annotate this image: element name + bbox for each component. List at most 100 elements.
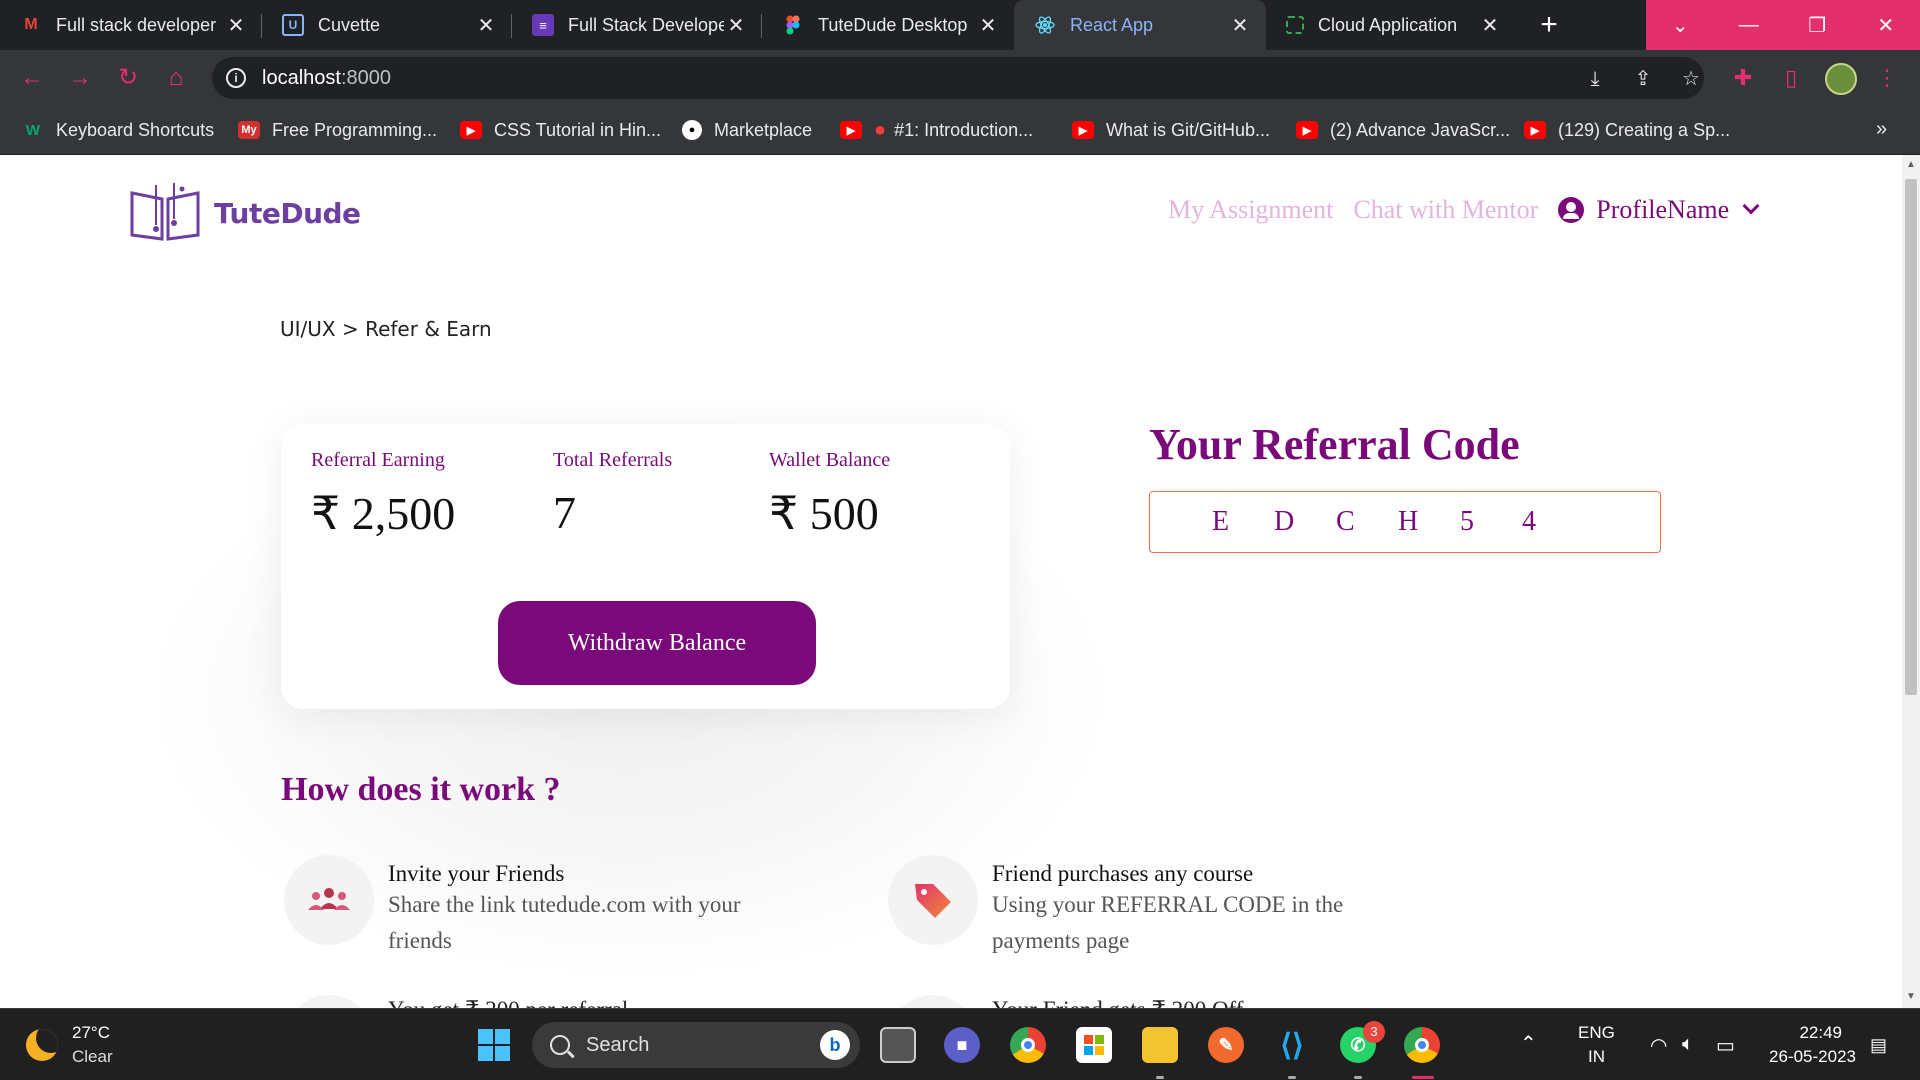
clock-time[interactable]: 22:49: [1762, 1023, 1842, 1043]
windows-start-icon[interactable]: [476, 1027, 512, 1063]
forward-button[interactable]: →: [64, 62, 96, 94]
teams-meet-icon[interactable]: ■: [944, 1027, 980, 1063]
youtube-icon: ▶: [1072, 121, 1094, 139]
bookmarks-overflow-button[interactable]: »: [1876, 118, 1887, 141]
scroll-up-icon[interactable]: ▲: [1905, 159, 1917, 171]
youtube-icon: ▶: [840, 121, 862, 139]
page-scrollbar[interactable]: ▲ ▼: [1902, 155, 1920, 1008]
wifi-icon[interactable]: ◠: [1650, 1033, 1667, 1058]
bookmark-item[interactable]: ▶ What is Git/GitHub...: [1072, 118, 1270, 142]
bookmark-star-icon[interactable]: ☆: [1678, 66, 1704, 92]
bookmark-item[interactable]: ▶ (2) Advance JavaScr...: [1296, 118, 1510, 142]
referral-code-char: D: [1274, 506, 1295, 537]
stat-value: ₹ 2,500: [311, 488, 456, 539]
search-icon: [550, 1035, 570, 1055]
chrome-icon[interactable]: [1010, 1027, 1046, 1063]
volume-icon[interactable]: 🔈︎: [1682, 1033, 1694, 1056]
file-explorer-icon[interactable]: [1142, 1027, 1178, 1063]
share-icon[interactable]: ⇪: [1630, 66, 1656, 92]
stat-total-referrals: Total Referrals 7: [553, 449, 672, 539]
tab-google-form[interactable]: ≡ Full Stack Developer ✕: [512, 0, 762, 50]
site-info-icon[interactable]: i: [226, 68, 246, 88]
install-app-icon[interactable]: ⤓: [1582, 66, 1608, 92]
profile-name[interactable]: ProfileName: [1596, 195, 1729, 225]
gmail-icon: M: [24, 16, 38, 33]
menu-icon[interactable]: ⋮: [1872, 63, 1902, 93]
nav-my-assignment[interactable]: My Assignment: [1168, 195, 1333, 225]
step-invite-friends: Invite your Friends Share the link tuted…: [284, 855, 844, 959]
close-icon[interactable]: ✕: [474, 13, 498, 38]
close-icon[interactable]: ✕: [224, 13, 248, 38]
bookmark-item[interactable]: ▶ (129) Creating a Sp...: [1524, 118, 1730, 142]
close-icon[interactable]: ✕: [1228, 13, 1252, 38]
back-button[interactable]: ←: [16, 62, 48, 94]
close-icon[interactable]: ✕: [976, 13, 1000, 38]
windows-taskbar: 27°C Clear Search b ■ ✎ ⟨⟩ ✆ 3 ⌃ ENG IN …: [0, 1008, 1920, 1080]
tab-gmail[interactable]: M Full stack developer ✕: [0, 0, 262, 50]
restore-button[interactable]: ❐: [1783, 0, 1852, 50]
close-icon[interactable]: ✕: [1478, 13, 1502, 38]
scroll-down-icon[interactable]: ▼: [1905, 991, 1917, 1003]
region-indicator[interactable]: IN: [1588, 1047, 1605, 1067]
bookmark-item[interactable]: ● Marketplace: [682, 118, 812, 142]
chrome-active-icon[interactable]: [1404, 1027, 1440, 1063]
url-text[interactable]: localhost:8000: [262, 67, 391, 90]
side-panel-icon[interactable]: ▯: [1776, 63, 1806, 93]
close-icon[interactable]: ✕: [724, 13, 748, 38]
tab-react-app[interactable]: React App ✕: [1014, 0, 1266, 50]
stats-card: Referral Earning ₹ 2,500 Total Referrals…: [281, 424, 1010, 709]
stat-referral-earning: Referral Earning ₹ 2,500: [311, 449, 455, 540]
tab-label: Full Stack Developer: [568, 14, 724, 35]
new-tab-button[interactable]: +: [1530, 8, 1568, 42]
address-bar[interactable]: i localhost:8000 ⤓ ⇪ ☆: [212, 57, 1704, 99]
scroll-thumb[interactable]: [1905, 179, 1917, 695]
notifications-icon[interactable]: ▤: [1870, 1035, 1887, 1056]
tag-icon: [888, 855, 978, 945]
stat-label: Wallet Balance: [769, 449, 891, 471]
reload-button[interactable]: ↻: [112, 62, 144, 94]
show-hidden-icons[interactable]: ⌃: [1520, 1031, 1537, 1056]
clock-date[interactable]: 26-05-2023: [1756, 1047, 1856, 1067]
cuvette-icon: U: [282, 14, 304, 36]
referral-code-char: 4: [1522, 506, 1536, 537]
home-button[interactable]: ⌂: [160, 62, 192, 94]
step-title-partial: Your Friend gets ₹ 200 Off: [992, 997, 1243, 1008]
step-title: Friend purchases any course: [992, 861, 1254, 886]
bookmarks-bar: W Keyboard Shortcuts My Free Programming..…: [0, 106, 1920, 155]
microsoft-store-icon[interactable]: [1076, 1027, 1112, 1063]
w3-icon: W: [25, 121, 41, 139]
bing-icon[interactable]: b: [820, 1030, 850, 1060]
top-navigation: My Assignment Chat with Mentor ProfileNa…: [1168, 195, 1760, 225]
task-view-icon[interactable]: [880, 1027, 916, 1063]
weather-temp: 27°C: [72, 1023, 110, 1042]
tab-cloud-application[interactable]: Cloud Application ✕: [1266, 0, 1516, 50]
vscode-icon[interactable]: ⟨⟩: [1274, 1027, 1310, 1063]
extensions-icon[interactable]: ✚: [1728, 63, 1758, 93]
battery-icon[interactable]: ▭: [1716, 1033, 1735, 1058]
language-indicator[interactable]: ENG: [1578, 1023, 1615, 1043]
youtube-icon: ▶: [460, 121, 482, 139]
tab-cuvette[interactable]: U Cuvette ✕: [262, 0, 512, 50]
chevron-down-icon[interactable]: [1742, 197, 1760, 215]
tab-search-icon[interactable]: ⌄: [1646, 0, 1715, 50]
close-window-button[interactable]: ✕: [1852, 0, 1920, 50]
stat-value: 7: [553, 487, 576, 538]
postman-icon[interactable]: ✎: [1208, 1027, 1244, 1063]
chrome-profile-avatar[interactable]: [1825, 63, 1857, 95]
nav-chat-with-mentor[interactable]: Chat with Mentor: [1353, 195, 1538, 225]
withdraw-balance-button[interactable]: Withdraw Balance: [498, 601, 816, 685]
profile-icon[interactable]: [1558, 197, 1585, 223]
bookmark-item[interactable]: ▶ CSS Tutorial in Hin...: [460, 118, 661, 142]
bookmark-item[interactable]: W Keyboard Shortcuts: [22, 118, 214, 142]
bookmark-item[interactable]: My Free Programming...: [238, 118, 437, 142]
youtube-icon: ▶: [1296, 121, 1318, 139]
weather-widget[interactable]: 27°C Clear: [26, 1023, 113, 1067]
taskbar-search[interactable]: Search b: [532, 1022, 860, 1068]
minimize-button[interactable]: —: [1715, 0, 1784, 50]
tab-label: TuteDude Desktop: [818, 14, 968, 35]
step-description: Using your REFERRAL CODE in the payments…: [992, 892, 1344, 953]
tutedude-logo[interactable]: TuteDude: [126, 181, 361, 245]
bookmark-item[interactable]: ▶ ● #1: Introduction...: [840, 118, 1033, 142]
referral-code-box[interactable]: E D C H 5 4: [1149, 491, 1661, 553]
tab-figma[interactable]: TuteDude Desktop ✕: [762, 0, 1014, 50]
